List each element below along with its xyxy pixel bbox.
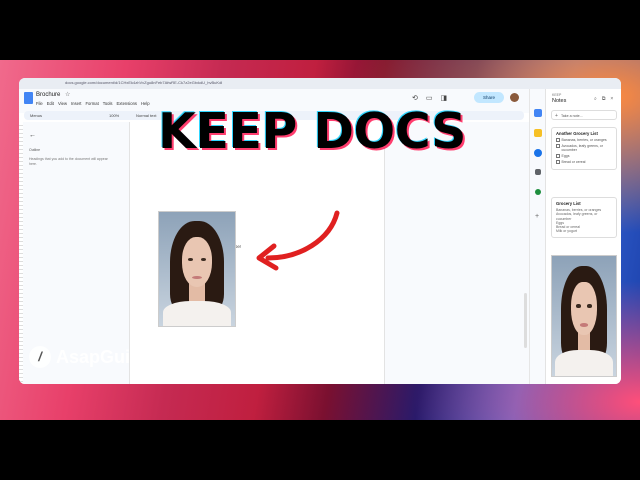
asapguide-logo-icon: /	[29, 346, 51, 368]
brand-watermark: / AsapGuide	[29, 346, 151, 368]
brand-name: AsapGuide	[56, 346, 152, 367]
video-frame: docs.google.com/document/d/1CHxEk4zhVvZg…	[0, 0, 640, 480]
red-arrow-icon	[256, 210, 340, 271]
